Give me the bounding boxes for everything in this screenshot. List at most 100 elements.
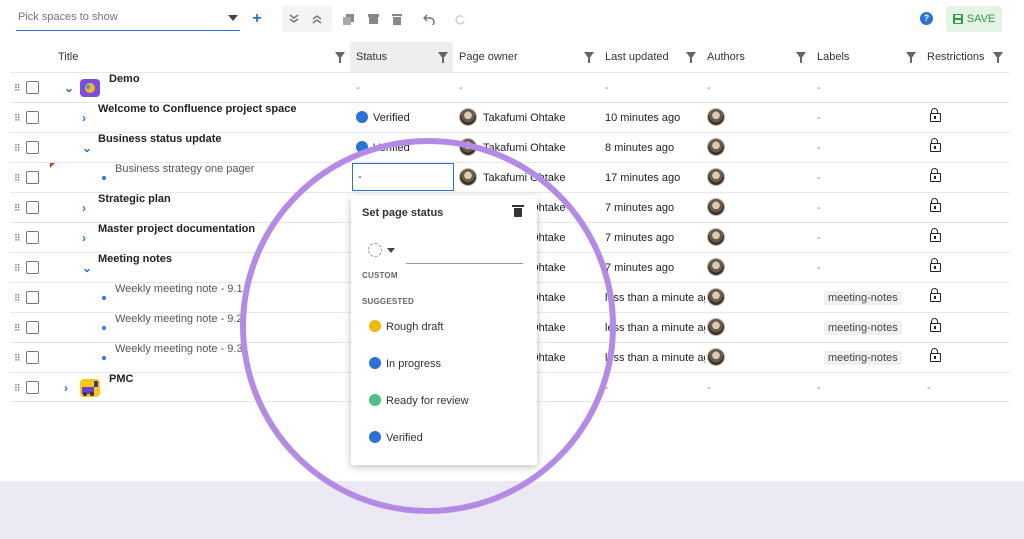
lock-icon[interactable] <box>930 253 941 283</box>
trash-icon[interactable] <box>512 205 524 217</box>
drag-handle-icon[interactable]: ⠿ <box>14 234 21 243</box>
column-labels[interactable]: Labels <box>811 42 921 72</box>
drag-handle-icon[interactable]: ⠿ <box>14 384 21 393</box>
drag-handle-icon[interactable]: ⠿ <box>14 324 21 333</box>
filter-icon[interactable] <box>796 52 806 63</box>
lock-icon[interactable] <box>930 163 941 193</box>
status-input[interactable]: - <box>352 163 454 191</box>
lock-icon[interactable] <box>930 193 941 223</box>
row-labels[interactable]: meeting-notes <box>824 313 902 343</box>
row-status[interactable]: Verified <box>356 133 410 163</box>
row-labels[interactable]: meeting-notes <box>824 343 902 373</box>
row-status[interactable]: Verified <box>356 103 410 133</box>
add-space-icon[interactable]: + <box>246 8 268 30</box>
filter-icon[interactable] <box>993 52 1003 63</box>
row-title[interactable]: Weekly meeting note - 9.2 <box>115 313 243 325</box>
drag-handle-icon[interactable]: ⠿ <box>14 204 21 213</box>
chevron-right-icon[interactable]: › <box>82 103 92 133</box>
status-option-rough-draft[interactable]: Rough draft <box>369 317 443 337</box>
table-row[interactable]: ⠿ ⌄ Demo - - - - - <box>10 72 1010 102</box>
lock-icon[interactable] <box>930 313 941 343</box>
row-title[interactable]: PMC <box>109 373 133 385</box>
drag-handle-icon[interactable]: ⠿ <box>14 144 21 153</box>
color-picker-icon[interactable] <box>368 243 382 257</box>
expand-all-icon[interactable] <box>283 8 305 30</box>
chevron-down-icon[interactable]: ⌄ <box>82 133 92 163</box>
lock-icon[interactable] <box>930 343 941 373</box>
filter-icon[interactable] <box>906 52 916 63</box>
status-option-in-progress[interactable]: In progress <box>369 354 441 374</box>
filter-icon[interactable] <box>686 52 696 63</box>
row-labels[interactable]: meeting-notes <box>824 283 902 313</box>
save-button[interactable]: SAVE <box>946 6 1002 32</box>
chevron-down-icon[interactable] <box>228 15 238 21</box>
avatar <box>707 228 725 246</box>
row-title[interactable]: Welcome to Confluence project space <box>98 103 296 115</box>
custom-status-input[interactable] <box>406 244 523 264</box>
chevron-right-icon[interactable]: › <box>64 373 74 403</box>
pmc-space-logo <box>80 379 100 397</box>
row-checkbox[interactable] <box>26 201 39 214</box>
row-title[interactable]: Weekly meeting note - 9.3 <box>115 343 243 355</box>
drag-handle-icon[interactable]: ⠿ <box>14 114 21 123</box>
option-label: Ready for review <box>386 395 469 407</box>
row-status[interactable]: - <box>356 73 360 103</box>
label-tag[interactable]: meeting-notes <box>824 321 902 335</box>
space-picker-input[interactable] <box>16 9 216 23</box>
space-picker[interactable] <box>16 9 240 31</box>
undo-icon[interactable] <box>418 8 440 30</box>
toolbar: + ? SAVE <box>0 0 1024 40</box>
column-title[interactable]: Title <box>52 42 346 72</box>
chevron-down-icon[interactable] <box>387 248 395 253</box>
lock-icon[interactable] <box>930 133 941 163</box>
chevron-right-icon[interactable]: › <box>82 223 92 253</box>
filter-icon[interactable] <box>584 52 594 63</box>
label-tag[interactable]: meeting-notes <box>824 291 902 305</box>
chevron-down-icon[interactable]: ⌄ <box>82 253 92 283</box>
avatar <box>707 108 725 126</box>
delete-icon[interactable] <box>386 8 408 30</box>
column-authors[interactable]: Authors <box>701 42 811 72</box>
table-row[interactable]: ⠿ ⌄ Business status update Verified Taka… <box>10 132 1010 162</box>
row-title[interactable]: Meeting notes <box>98 253 172 265</box>
row-checkbox[interactable] <box>26 81 39 94</box>
row-title[interactable]: Business status update <box>98 133 221 145</box>
collapse-all-icon[interactable] <box>306 8 328 30</box>
help-icon[interactable]: ? <box>920 12 933 25</box>
row-checkbox[interactable] <box>26 291 39 304</box>
filter-icon[interactable] <box>335 52 345 63</box>
row-checkbox[interactable] <box>26 231 39 244</box>
row-checkbox[interactable] <box>26 141 39 154</box>
row-checkbox[interactable] <box>26 351 39 364</box>
chevron-right-icon[interactable]: › <box>82 193 92 223</box>
lock-icon[interactable] <box>930 103 941 133</box>
drag-handle-icon[interactable]: ⠿ <box>14 84 21 93</box>
label-tag[interactable]: meeting-notes <box>824 351 902 365</box>
filter-icon[interactable] <box>438 52 448 63</box>
row-title[interactable]: Weekly meeting note - 9.1 <box>115 283 243 295</box>
archive-icon[interactable] <box>362 8 384 30</box>
row-checkbox[interactable] <box>26 171 39 184</box>
redo-icon[interactable] <box>448 8 470 30</box>
drag-handle-icon[interactable]: ⠿ <box>14 174 21 183</box>
copy-icon[interactable] <box>337 8 359 30</box>
row-title[interactable]: Demo <box>109 73 140 85</box>
row-checkbox[interactable] <box>26 111 39 124</box>
row-checkbox[interactable] <box>26 321 39 334</box>
row-checkbox[interactable] <box>26 261 39 274</box>
row-title[interactable]: Master project documentation <box>98 223 255 235</box>
chevron-down-icon[interactable]: ⌄ <box>64 73 74 103</box>
drag-handle-icon[interactable]: ⠿ <box>14 294 21 303</box>
status-option-verified[interactable]: Verified <box>369 428 423 448</box>
row-title[interactable]: Business strategy one pager <box>115 163 254 175</box>
drag-handle-icon[interactable]: ⠿ <box>14 264 21 273</box>
table-row[interactable]: ⠿ › Welcome to Confluence project space … <box>10 102 1010 132</box>
lock-icon[interactable] <box>930 283 941 313</box>
table-row[interactable]: ⠿ Business strategy one pager Takafumi O… <box>10 162 1010 192</box>
column-page-owner[interactable]: Page owner <box>453 42 599 72</box>
status-option-ready-for-review[interactable]: Ready for review <box>369 391 469 411</box>
row-checkbox[interactable] <box>26 381 39 394</box>
drag-handle-icon[interactable]: ⠿ <box>14 354 21 363</box>
row-title[interactable]: Strategic plan <box>98 193 171 205</box>
lock-icon[interactable] <box>930 223 941 253</box>
